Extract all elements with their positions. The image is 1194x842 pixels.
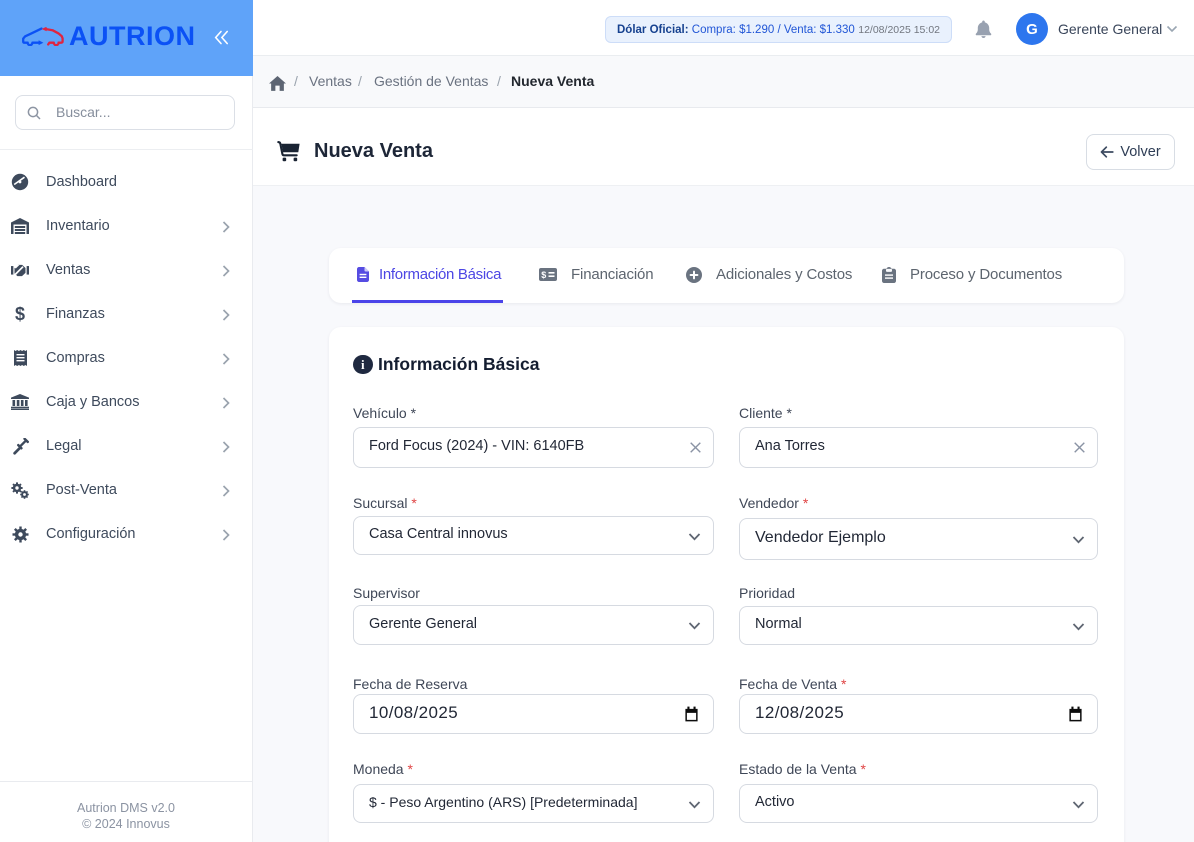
svg-text:$: $ [541, 270, 546, 280]
